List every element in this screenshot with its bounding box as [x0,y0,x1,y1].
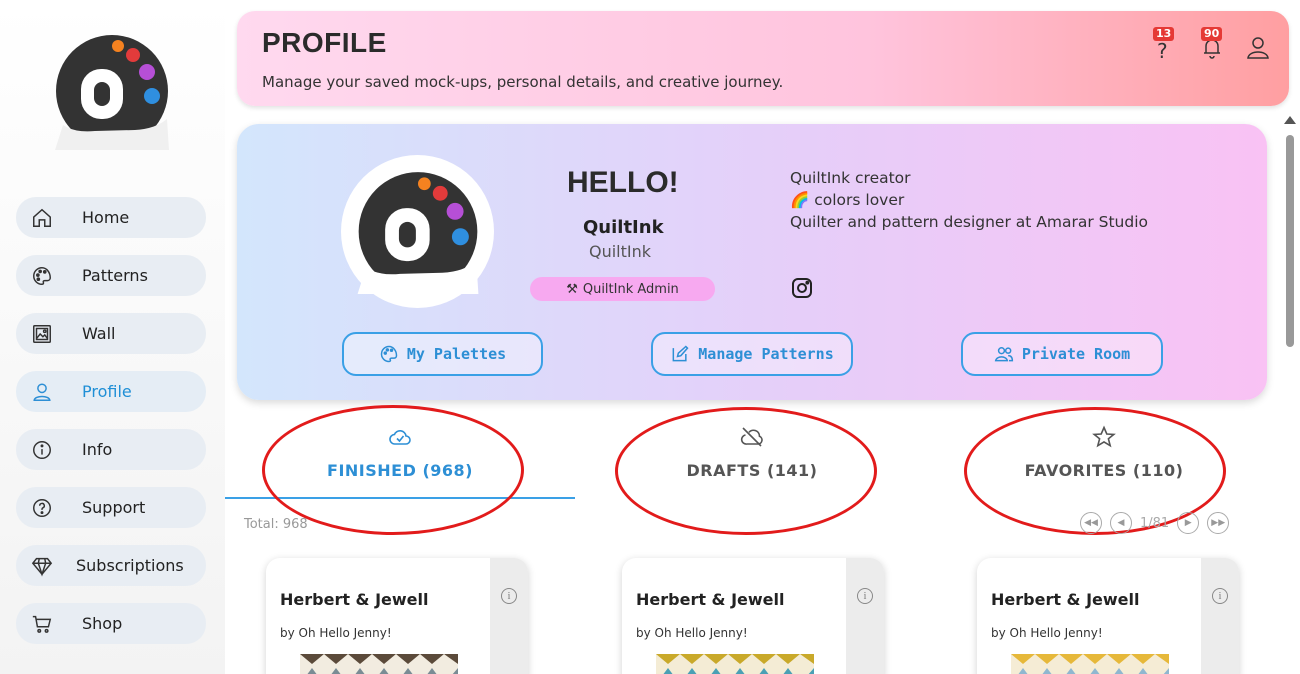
page-title: PROFILE [262,27,387,58]
greeting: HELLO! [567,166,679,199]
help-button[interactable]: ? 13 [1149,27,1179,63]
palette-icon [28,262,56,290]
sidebar-item-shop[interactable]: Shop [16,603,206,644]
app-logo[interactable] [55,33,169,150]
pattern-card[interactable]: i Herbert & Jewell by Oh Hello Jenny! [622,558,884,674]
sidebar-item-label: Subscriptions [76,556,184,575]
bio-line: 🌈 colors lover [790,191,905,209]
sidebar-item-patterns[interactable]: Patterns [16,255,206,296]
sidebar-item-label: Patterns [82,266,148,285]
help-badge: 13 [1153,27,1175,41]
sidebar-item-info[interactable]: Info [16,429,206,470]
notifications-button[interactable]: 90 [1197,27,1227,61]
profile-handle: QuiltInk [589,242,652,261]
sidebar-item-profile[interactable]: Profile [16,371,206,412]
pattern-thumbnail [300,654,458,674]
info-icon [28,436,56,464]
edit-icon [672,345,689,362]
bio-line: QuiltInk creator [790,169,911,187]
my-palettes-button[interactable]: My Palettes [342,332,543,376]
avatar [341,155,494,308]
first-page-icon[interactable]: ◀◀ [1080,512,1102,534]
gallery-icon [28,320,56,348]
pattern-card[interactable]: i Herbert & Jewell by Oh Hello Jenny! [977,558,1239,674]
sidebar-item-label: Wall [82,324,116,343]
info-icon[interactable]: i [501,588,517,604]
pagination: ◀◀ ◀ 1/81 ▶ ▶▶ [1080,512,1230,534]
manage-patterns-button[interactable]: Manage Patterns [651,332,853,376]
profile-name: QuiltInk [583,217,664,238]
pattern-title: Herbert & Jewell [280,590,429,609]
account-button[interactable] [1243,31,1273,61]
page-header: PROFILE Manage your saved mock-ups, pers… [237,11,1289,106]
role-label: QuiltInk Admin [582,281,679,297]
pattern-title: Herbert & Jewell [991,590,1140,609]
pattern-card[interactable]: i Herbert & Jewell by Oh Hello Jenny! [266,558,528,674]
user-icon [1247,37,1269,59]
notifications-badge: 90 [1201,27,1223,41]
help-icon [28,494,56,522]
pattern-title: Herbert & Jewell [636,590,785,609]
pattern-thumbnail [656,654,814,674]
avatar-logo [357,171,478,294]
cloud-off-icon [740,427,763,447]
last-page-icon[interactable]: ▶▶ [1207,512,1230,534]
cloud-check-icon [389,430,411,445]
active-tab-indicator [225,497,575,499]
user-icon [28,378,56,406]
profile-card: HELLO! QuiltInk QuiltInk ⚒ QuiltInk Admi… [237,124,1267,400]
total-count: Total: 968 [244,517,308,532]
diamond-icon [28,552,56,580]
tab-drafts[interactable]: DRAFTS (141) [577,425,927,495]
scrollbar-thumb[interactable] [1286,135,1294,347]
tab-favorites[interactable]: FAVORITES (110) [929,425,1279,495]
palette-icon [380,345,398,363]
bio-line: Quilter and pattern designer at Amarar S… [790,213,1149,231]
tab-finished[interactable]: FINISHED (968) [225,425,575,495]
sidebar-item-support[interactable]: Support [16,487,206,528]
scroll-up-arrow[interactable] [1284,116,1296,124]
sidebar-item-home[interactable]: Home [16,197,206,238]
info-icon[interactable]: i [1212,588,1228,604]
sidebar-item-label: Info [82,440,113,459]
info-icon[interactable]: i [857,588,873,604]
sidebar-item-label: Support [82,498,146,517]
sidebar-item-label: Profile [82,382,132,401]
pattern-author: by Oh Hello Jenny! [636,626,748,640]
profile-bio: QuiltInk creator 🌈 colors lover Quilter … [790,167,1150,233]
role-badge: ⚒ QuiltInk Admin [530,277,715,301]
sidebar-item-subscriptions[interactable]: Subscriptions [16,545,206,586]
pattern-author: by Oh Hello Jenny! [991,626,1103,640]
sidebar-item-label: Shop [82,614,123,633]
instagram-icon[interactable] [790,276,814,300]
sidebar-item-wall[interactable]: Wall [16,313,206,354]
tab-label: FAVORITES (110) [1024,461,1184,480]
star-icon [1092,425,1116,448]
svg-text:?: ? [1157,39,1168,61]
tools-icon: ⚒ [566,281,578,297]
next-page-icon[interactable]: ▶ [1177,512,1200,534]
page-indicator: 1/81 [1140,515,1170,531]
pattern-author: by Oh Hello Jenny! [280,626,392,640]
users-icon [994,347,1013,362]
sidebar-item-label: Home [82,208,130,227]
tab-label: FINISHED (968) [327,461,473,480]
sidebar: Home Patterns Wall Profile Info Support … [0,0,225,674]
pattern-thumbnail [1011,654,1169,674]
home-icon [28,204,56,232]
prev-page-icon[interactable]: ◀ [1110,512,1132,534]
private-room-button[interactable]: Private Room [961,332,1163,376]
page-subtitle: Manage your saved mock-ups, personal det… [262,73,784,91]
cart-icon [28,610,56,638]
tab-label: DRAFTS (141) [686,461,818,480]
